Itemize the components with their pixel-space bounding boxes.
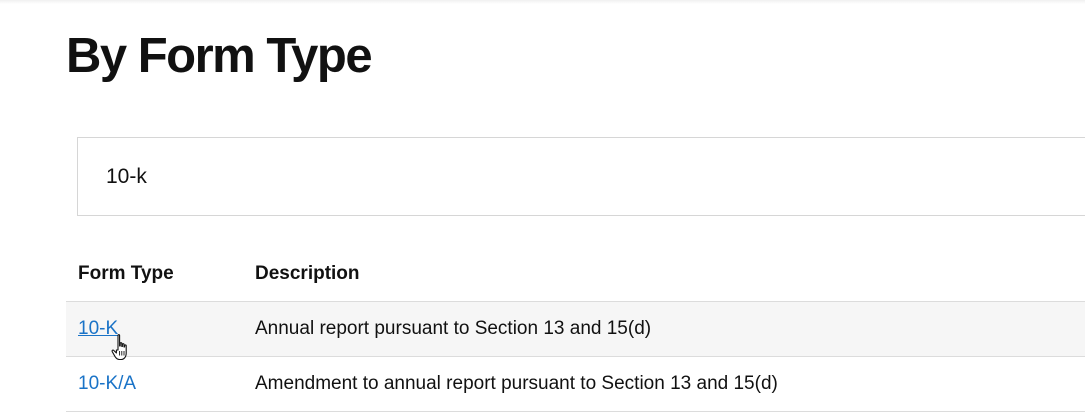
search-input[interactable] xyxy=(106,162,1006,192)
header-description: Description xyxy=(255,262,360,284)
form-type-link-10k-a[interactable]: 10-K/A xyxy=(78,373,136,395)
row-description: Amendment to annual report pursuant to S… xyxy=(255,373,778,394)
row-description: Annual report pursuant to Section 13 and… xyxy=(255,318,652,339)
table-row: 10-K Annual report pursuant to Section 1… xyxy=(66,302,1085,357)
top-shadow xyxy=(0,0,1085,4)
page-title: By Form Type xyxy=(66,29,373,83)
hand-pointer-icon xyxy=(111,334,127,361)
table-header-row: Form Type Description xyxy=(66,246,1085,302)
table-row: 10-K/A Amendment to annual report pursua… xyxy=(66,357,1085,412)
form-type-table: Form Type Description 10-K Annual report… xyxy=(66,246,1085,412)
search-box[interactable] xyxy=(77,137,1085,216)
header-form-type: Form Type xyxy=(78,262,174,284)
